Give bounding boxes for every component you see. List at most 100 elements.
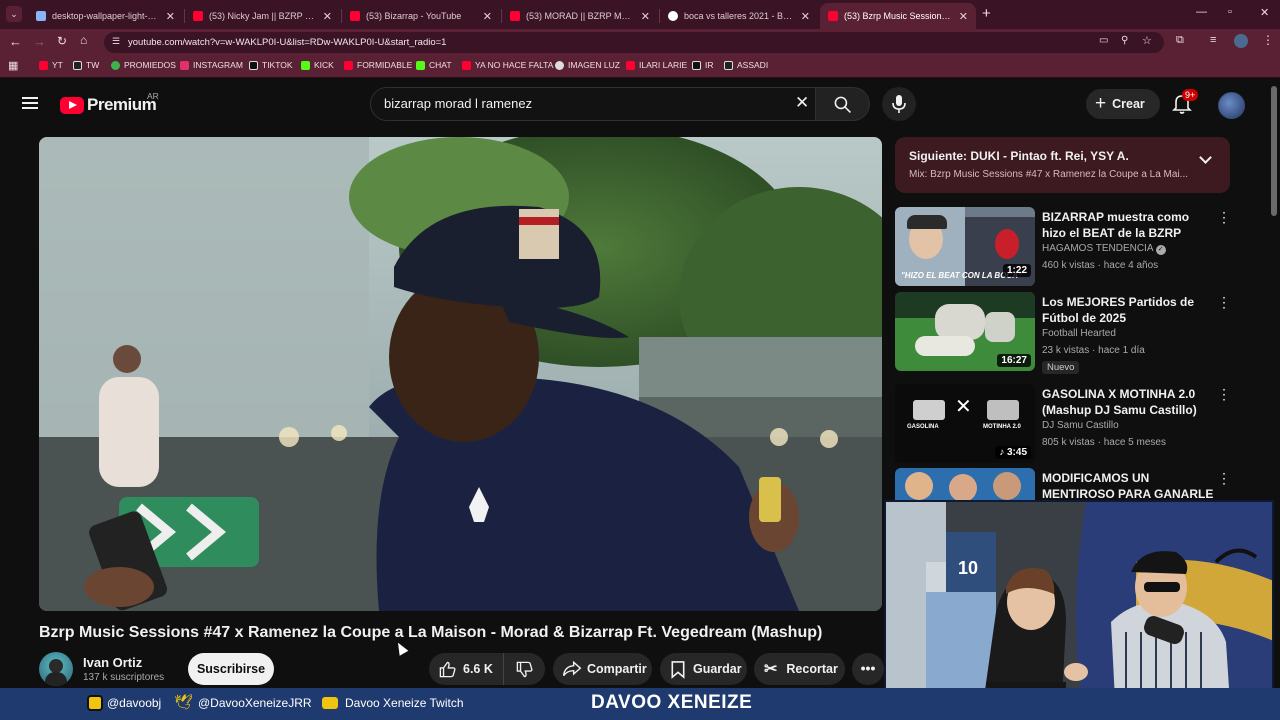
- youtube-favicon-icon: [350, 11, 360, 21]
- recommendation-item[interactable]: GASOLINA ✕ MOTINHA 2.0 ♪ 3:45 GASOLINA X…: [895, 384, 1235, 464]
- video-player[interactable]: [39, 137, 882, 611]
- dislike-button[interactable]: [504, 653, 544, 685]
- up-next-panel[interactable]: Siguiente: DUKI - Pintao ft. Rei, YSY A.…: [895, 137, 1230, 193]
- address-bar[interactable]: ☰ youtube.com/watch?v=w-WAKLP0I-U&list=R…: [104, 32, 1164, 53]
- bookmark-item[interactable]: IMAGEN LUZ: [555, 60, 620, 70]
- video-title: BIZARRAP muestra como hizo el BEAT de la…: [1042, 210, 1190, 240]
- zoom-icon[interactable]: ⚲: [1121, 35, 1128, 46]
- more-vertical-icon[interactable]: ⋮: [1217, 386, 1231, 403]
- gasoline-logo: [913, 400, 945, 420]
- bookmark-item[interactable]: INSTAGRAM: [180, 60, 243, 70]
- create-button[interactable]: + Crear: [1086, 89, 1160, 119]
- bookmark-item[interactable]: FORMIDABLE: [344, 60, 412, 70]
- youtube-icon: [344, 60, 353, 70]
- share-button[interactable]: Compartir: [553, 653, 652, 685]
- bookmark-item[interactable]: IR: [692, 60, 714, 70]
- restore-icon[interactable]: ▫: [1228, 6, 1232, 18]
- thumbs-up-icon: [439, 661, 456, 677]
- like-count: 6.6 K: [463, 662, 493, 676]
- recommendation-item[interactable]: "HIZO EL BEAT CON LA BOCA" 1:22 BIZARRAP…: [895, 207, 1235, 287]
- search-button[interactable]: [816, 87, 870, 121]
- like-button[interactable]: 6.6 K: [429, 653, 504, 685]
- tab-close-icon[interactable]: ✕: [323, 10, 332, 23]
- music-note-icon: ♪: [999, 447, 1005, 458]
- minimize-icon[interactable]: —: [1196, 6, 1207, 18]
- cast-icon[interactable]: ▭: [1099, 35, 1108, 46]
- more-vertical-icon[interactable]: ⋮: [1217, 294, 1231, 311]
- browser-menu-icon[interactable]: ⋮: [1262, 33, 1274, 47]
- bookmark-item[interactable]: ASSADI: [724, 60, 768, 70]
- bookmark-item[interactable]: ILARI LARIE: [626, 60, 687, 70]
- browser-tab[interactable]: (53) Nicky Jam || BZRP Music Se ✕: [185, 3, 340, 29]
- channel-avatar[interactable]: [39, 652, 73, 686]
- search-input[interactable]: bizarrap morad l ramenez ✕: [370, 87, 816, 121]
- extensions-icon[interactable]: ⧉: [1176, 34, 1184, 47]
- more-actions-button[interactable]: •••: [852, 653, 884, 685]
- channel-name[interactable]: Ivan Ortiz: [83, 655, 142, 670]
- browser-tab[interactable]: boca vs talleres 2021 - Buscar c ✕: [660, 3, 818, 29]
- video-thumbnail[interactable]: [895, 468, 1035, 500]
- more-vertical-icon[interactable]: ⋮: [1217, 209, 1231, 226]
- profile-avatar[interactable]: [1234, 34, 1248, 48]
- bookmark-item[interactable]: KICK: [301, 60, 334, 70]
- more-vertical-icon[interactable]: ⋮: [1217, 470, 1231, 487]
- save-button[interactable]: Guardar: [660, 653, 747, 685]
- reload-icon[interactable]: ↻: [57, 34, 67, 48]
- tab-close-icon[interactable]: ✕: [801, 10, 810, 23]
- voice-search-button[interactable]: [882, 87, 916, 121]
- kick-icon: [301, 60, 310, 70]
- bookmark-star-icon[interactable]: ☆: [1142, 34, 1152, 47]
- recommendation-item[interactable]: MODIFICAMOS UN MENTIROSO PARA GANARLE A …: [895, 468, 1235, 500]
- tab-close-icon[interactable]: ✕: [483, 10, 492, 23]
- bookmark-item[interactable]: YT: [39, 60, 63, 70]
- browser-tab[interactable]: (53) Bizarrap - YouTube ✕: [342, 3, 500, 29]
- page-scrollbar[interactable]: [1271, 86, 1277, 216]
- bookmark-item[interactable]: TW: [73, 60, 99, 70]
- recommendation-item[interactable]: 16:27 Los MEJORES Partidos de Fútbol de …: [895, 292, 1235, 374]
- clear-search-icon[interactable]: ✕: [795, 93, 809, 113]
- new-tab-button[interactable]: +: [982, 5, 991, 22]
- tab-close-icon[interactable]: ✕: [959, 10, 968, 23]
- search-icon: [834, 96, 851, 113]
- bookmark-label: ASSADI: [737, 60, 769, 70]
- thumb-label-right: MOTINHA 2.0: [983, 424, 1021, 430]
- kick-icon: [416, 60, 425, 70]
- twitter-icon: 🕊: [174, 694, 194, 711]
- url-text[interactable]: youtube.com/watch?v=w-WAKLP0I-U&list=RDw…: [128, 37, 446, 48]
- channel-name[interactable]: Football Hearted: [1042, 328, 1116, 339]
- bookmark-item[interactable]: TIKTOK: [249, 60, 293, 70]
- tab-close-icon[interactable]: ✕: [641, 10, 650, 23]
- subscribe-button[interactable]: Suscribirse: [188, 653, 274, 685]
- browser-tab[interactable]: (53) MORAD || BZRP Music Sessi ✕: [502, 3, 658, 29]
- back-icon[interactable]: ←: [9, 34, 22, 49]
- video-thumbnail[interactable]: GASOLINA ✕ MOTINHA 2.0 ♪ 3:45: [895, 384, 1035, 463]
- forward-icon[interactable]: →: [33, 34, 46, 49]
- notifications-button[interactable]: 9+: [1172, 89, 1199, 117]
- tab-title: boca vs talleres 2021 - Buscar c: [684, 11, 795, 21]
- window-close-icon[interactable]: ✕: [1260, 6, 1269, 19]
- video-duration: ♪ 3:45: [995, 446, 1031, 459]
- home-icon[interactable]: ⌂: [80, 33, 87, 47]
- youtube-logo[interactable]: Premium: [60, 95, 157, 115]
- chevron-down-icon[interactable]: [1199, 151, 1212, 164]
- video-thumbnail[interactable]: "HIZO EL BEAT CON LA BOCA" 1:22: [895, 207, 1035, 286]
- menu-hamburger-icon[interactable]: [22, 97, 38, 109]
- browser-tab[interactable]: desktop-wallpaper-light-yellow ✕: [28, 3, 183, 29]
- account-avatar[interactable]: [1218, 92, 1245, 119]
- clip-button[interactable]: ✂ Recortar: [754, 653, 845, 685]
- bookmark-item[interactable]: PROMIEDOS: [111, 60, 176, 70]
- channel-name[interactable]: DJ Samu Castillo: [1042, 420, 1119, 431]
- search-query[interactable]: bizarrap morad l ramenez: [384, 96, 532, 111]
- reading-list-icon[interactable]: ≡: [1210, 34, 1216, 46]
- tab-search-icon[interactable]: ⌄: [6, 6, 22, 22]
- browser-tab-active[interactable]: (53) Bzrp Music Sessions #47 x ✕: [820, 3, 976, 29]
- apps-grid-icon[interactable]: ▦: [8, 59, 18, 72]
- tab-close-icon[interactable]: ✕: [166, 10, 175, 23]
- site-info-icon[interactable]: ☰: [112, 36, 120, 47]
- bookmark-item[interactable]: YA NO HACE FALTA: [462, 60, 553, 70]
- video-title: Bzrp Music Sessions #47 x Ramenez la Cou…: [39, 624, 823, 641]
- bookmark-item[interactable]: CHAT: [416, 60, 452, 70]
- subscribe-label: Suscribirse: [196, 662, 266, 676]
- channel-name[interactable]: HAGAMOS TENDENCIA ✓: [1042, 243, 1166, 255]
- video-thumbnail[interactable]: 16:27: [895, 292, 1035, 371]
